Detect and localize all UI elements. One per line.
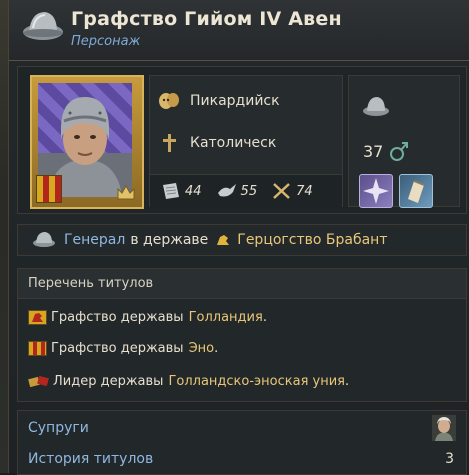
title-item[interactable]: Графство державы Голландия . bbox=[28, 306, 267, 328]
lion-icon bbox=[217, 235, 230, 245]
cross-icon bbox=[163, 134, 176, 152]
general-in-state-text: в державе bbox=[130, 232, 209, 248]
spouses-label: Супруги bbox=[28, 420, 89, 436]
title-history-row[interactable]: История титулов 3 bbox=[18, 444, 466, 474]
title-item-name[interactable]: Голландия bbox=[189, 310, 263, 325]
title-item-suffix: . bbox=[214, 340, 219, 356]
portrait[interactable] bbox=[30, 75, 144, 209]
title-item-prefix: Графство державы bbox=[51, 309, 184, 325]
window-header: Графство Гийом IV Авен Персонаж bbox=[9, 0, 469, 61]
spouses-row[interactable]: Супруги bbox=[18, 413, 466, 443]
window-subtitle[interactable]: Персонаж bbox=[71, 34, 140, 49]
title-item-prefix: Графство державы bbox=[51, 340, 184, 356]
title-item-prefix: Лидер державы bbox=[53, 373, 164, 389]
skill-administrative-value: 44 bbox=[185, 183, 202, 199]
scroll-icon bbox=[163, 183, 179, 199]
crossed-swords-icon bbox=[273, 183, 290, 199]
title-history-label: История титулов bbox=[28, 451, 154, 467]
skill-diplomatic[interactable]: 55 bbox=[216, 181, 258, 201]
religion-row[interactable]: Католическ bbox=[158, 132, 276, 154]
masks-icon bbox=[159, 93, 179, 109]
trait-commander-icon[interactable] bbox=[359, 174, 393, 208]
title-item-suffix: . bbox=[262, 309, 267, 325]
male-icon bbox=[390, 142, 408, 161]
title-item[interactable]: Графство державы Эно . bbox=[28, 337, 218, 359]
titles-header: Перечень титулов bbox=[18, 269, 466, 299]
character-window: Графство Гийом IV Авен Персонаж Пикардий… bbox=[8, 0, 469, 475]
general-role-link[interactable]: Генерал bbox=[64, 232, 125, 248]
window-title: Графство Гийом IV Авен bbox=[71, 8, 342, 30]
religion-label: Католическ bbox=[190, 135, 277, 151]
title-item[interactable]: Лидер державы Голландско-эноская уния . bbox=[28, 370, 349, 392]
coat-of-arms-icon[interactable] bbox=[36, 175, 62, 203]
age-value: 37 bbox=[363, 142, 384, 161]
union-icon bbox=[28, 375, 49, 388]
title-item-suffix: . bbox=[345, 373, 350, 389]
trait-scholar-icon[interactable] bbox=[399, 174, 433, 208]
bottom-section: Супруги История титулов 3 bbox=[17, 410, 467, 475]
stats-panel: Пикардийск Католическ 44 55 74 bbox=[149, 75, 343, 207]
title-history-count: 3 bbox=[445, 451, 454, 467]
dove-icon bbox=[217, 184, 236, 197]
skills-row: 44 55 74 bbox=[150, 174, 342, 207]
culture-label: Пикардийск bbox=[190, 93, 280, 109]
skill-military-value: 74 bbox=[296, 183, 313, 199]
title-item-name[interactable]: Эно bbox=[189, 341, 215, 356]
crown-icon bbox=[117, 184, 135, 200]
helmet-icon bbox=[23, 12, 63, 40]
skill-military[interactable]: 74 bbox=[271, 181, 313, 201]
helmet-icon bbox=[33, 232, 55, 247]
spouse-portrait-icon[interactable] bbox=[432, 415, 456, 441]
general-state-link[interactable]: Герцогство Брабант bbox=[237, 232, 387, 248]
side-panel: 37 bbox=[348, 75, 460, 208]
lion-flag-icon bbox=[28, 309, 47, 325]
skill-administrative[interactable]: 44 bbox=[160, 181, 202, 201]
culture-row[interactable]: Пикардийск bbox=[158, 90, 280, 112]
skill-diplomatic-value: 55 bbox=[240, 183, 258, 199]
quartered-flag-icon bbox=[28, 340, 47, 356]
titles-list: Перечень титулов Графство державы Голлан… bbox=[17, 268, 467, 402]
helmet-icon[interactable] bbox=[361, 94, 391, 120]
title-item-name[interactable]: Голландско-эноская уния bbox=[168, 374, 345, 389]
general-row: Генерал в державе Герцогство Брабант bbox=[17, 224, 467, 256]
character-info: Пикардийск Католическ 44 55 74 37 bbox=[17, 66, 467, 214]
